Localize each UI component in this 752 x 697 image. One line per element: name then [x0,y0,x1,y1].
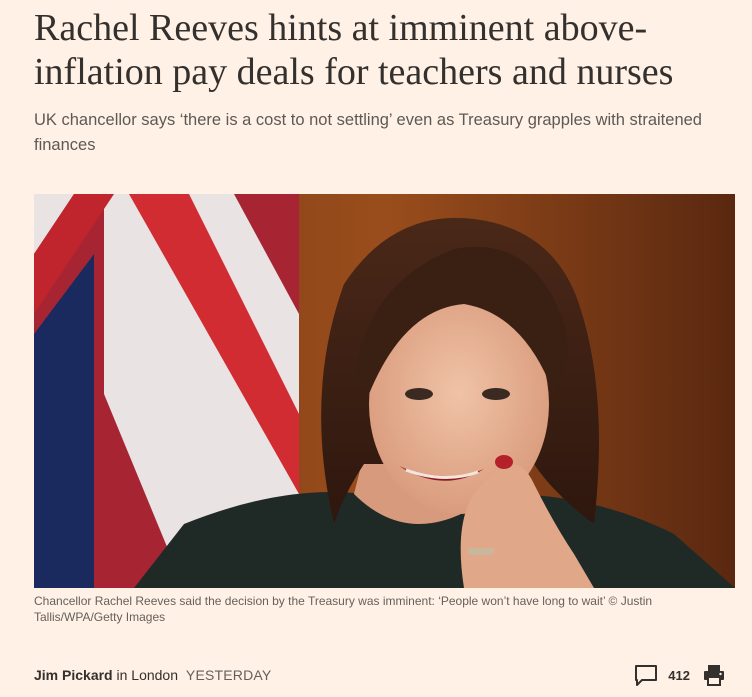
comment-count: 412 [668,667,690,683]
printer-icon [704,665,724,686]
comments-button[interactable]: 412 [634,664,690,686]
byline-location: in London [116,667,179,683]
article-tools: 412 [634,660,726,690]
publish-timestamp: YESTERDAY [185,667,272,683]
author-link[interactable]: Jim Pickard [34,667,113,683]
article-main-image [34,194,735,588]
image-caption: Chancellor Rachel Reeves said the decisi… [34,594,653,624]
speech-bubble-icon [635,665,658,686]
article-headline: Rachel Reeves hints at imminent above-in… [34,7,674,93]
article-standfirst: UK chancellor says ‘there is a cost to n… [34,111,702,154]
print-button[interactable] [702,663,726,687]
byline: Jim Pickard in London YESTERDAY [34,667,271,683]
